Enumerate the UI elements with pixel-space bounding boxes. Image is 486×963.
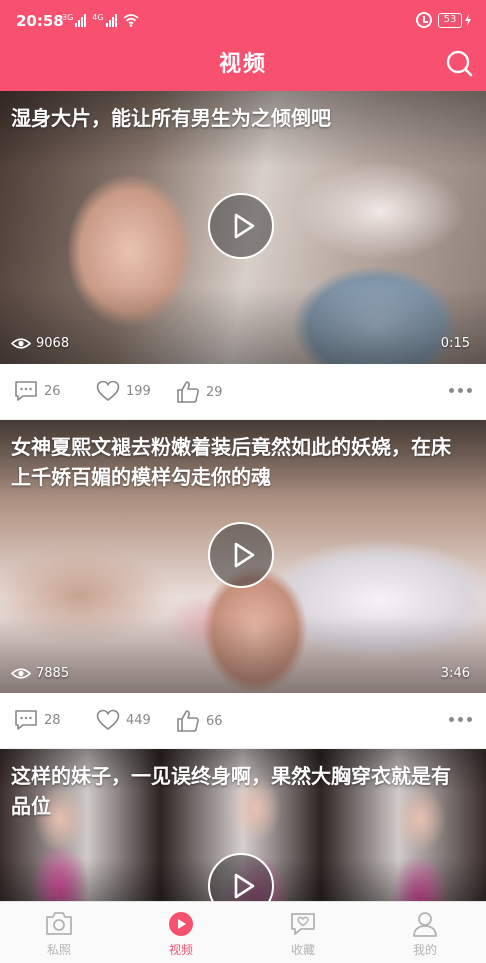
camera-icon [46, 912, 72, 935]
tab-profile[interactable]: 我的 [390, 910, 460, 958]
network-type-label: 3G [62, 13, 74, 22]
tab-video[interactable]: 视频 [146, 910, 216, 958]
wifi-icon [123, 14, 139, 27]
play-icon [234, 542, 255, 568]
cellular-signal-icon: 3G [62, 13, 87, 27]
heart-icon [96, 709, 120, 731]
video-title[interactable]: 湿身大片，能让所有男生为之倾倒吧 [11, 103, 470, 133]
thumbs-up-count: 66 [206, 713, 223, 729]
video-actions: 28 449 66 [0, 693, 486, 748]
status-time: 20:58 [16, 12, 64, 30]
video-actions: 26 199 29 [0, 364, 486, 419]
tab-label: 私照 [46, 943, 71, 957]
charging-icon [465, 14, 471, 26]
person-icon [413, 912, 437, 937]
alarm-icon [416, 12, 432, 28]
like-button[interactable]: 199 [96, 380, 151, 402]
battery-level: 53 [438, 12, 462, 28]
network-type-label: 4G [92, 13, 104, 22]
eye-icon [11, 668, 31, 679]
like-button[interactable]: 449 [96, 709, 151, 731]
video-duration: 3:46 [440, 666, 470, 681]
view-count: 9068 [11, 336, 69, 351]
tab-private-photos[interactable]: 私照 [24, 910, 94, 958]
comment-count: 28 [44, 712, 61, 728]
tab-label: 收藏 [290, 943, 315, 957]
thumbs-up-icon [177, 381, 199, 403]
battery-indicator: 53 [438, 12, 472, 28]
system-indicators: 53 [416, 12, 472, 28]
video-thumbnail[interactable]: 女神夏熙文褪去粉嫩着装后竟然如此的妖娆，在床上千娇百媚的模样勾走你的魂 7885… [0, 420, 486, 693]
view-count-value: 9068 [36, 336, 70, 351]
heart-chat-icon [291, 913, 315, 935]
search-icon[interactable] [444, 48, 474, 78]
tab-favorites[interactable]: 收藏 [268, 910, 338, 958]
status-bar: 20:58 3G 4G 53 [0, 0, 486, 42]
like-count: 449 [126, 712, 151, 728]
play-icon [234, 873, 255, 899]
comment-count: 26 [44, 383, 61, 399]
play-button[interactable] [208, 522, 274, 588]
tab-label: 视频 [168, 943, 193, 957]
more-options-button[interactable] [449, 717, 472, 722]
thumbs-up-count: 29 [206, 384, 223, 400]
video-play-icon [169, 912, 193, 936]
video-title[interactable]: 女神夏熙文褪去粉嫩着装后竟然如此的妖娆，在床上千娇百媚的模样勾走你的魂 [11, 432, 470, 492]
video-thumbnail[interactable]: 这样的妹子，一见误终身啊，果然大胸穿衣就是有品位 [0, 749, 486, 901]
tab-label: 我的 [412, 943, 437, 957]
app-header: 视频 [0, 42, 486, 91]
page-title: 视频 [218, 52, 267, 77]
play-button[interactable] [208, 193, 274, 259]
video-title[interactable]: 这样的妹子，一见误终身啊，果然大胸穿衣就是有品位 [11, 761, 470, 821]
thumbs-up-button[interactable]: 29 [176, 380, 223, 404]
view-count-value: 7885 [36, 666, 70, 681]
video-feed-screen: 20:58 3G 4G 53 视频 湿身大片，能让所有男生为之倾倒吧 9068 … [0, 0, 486, 963]
comment-button[interactable]: 28 [14, 709, 61, 731]
comment-button[interactable]: 26 [14, 380, 61, 402]
more-options-button[interactable] [449, 388, 472, 393]
network-indicators: 3G 4G [62, 13, 139, 27]
like-count: 199 [126, 383, 151, 399]
heart-icon [96, 380, 120, 402]
eye-icon [11, 338, 31, 349]
thumbs-up-icon [177, 710, 199, 732]
thumbs-up-button[interactable]: 66 [176, 709, 223, 733]
play-icon [234, 213, 255, 239]
video-duration: 0:15 [440, 336, 470, 351]
view-count: 7885 [11, 666, 69, 681]
bottom-tab-bar: 私照 视频 收藏 我的 [0, 901, 486, 963]
cellular-signal-icon: 4G [92, 13, 117, 27]
comment-icon [15, 381, 37, 401]
comment-icon [15, 710, 37, 730]
video-thumbnail[interactable]: 湿身大片，能让所有男生为之倾倒吧 9068 0:15 [0, 91, 486, 364]
